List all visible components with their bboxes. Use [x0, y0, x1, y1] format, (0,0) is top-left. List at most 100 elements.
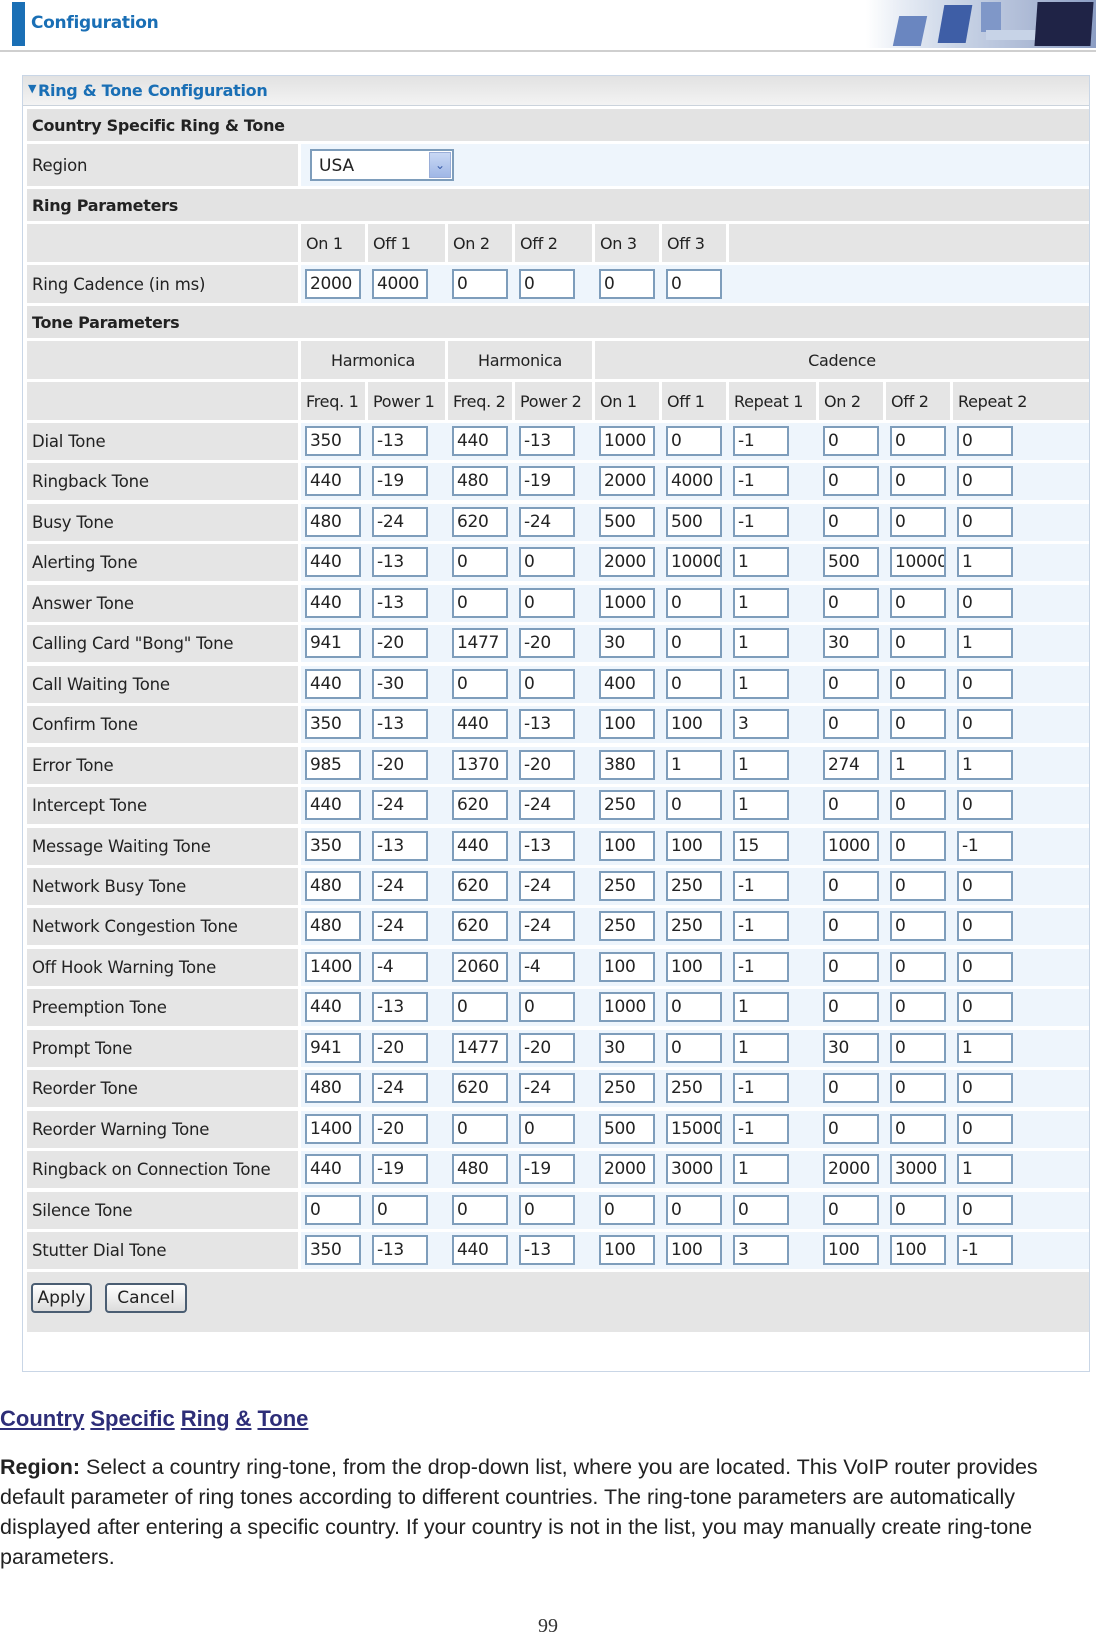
tone-repeat-2-input[interactable]: 0 — [957, 506, 1013, 537]
tone-power-1-input[interactable]: -24 — [372, 506, 428, 537]
tone-power-1-input[interactable]: -20 — [372, 1113, 428, 1144]
tone-power-2-input[interactable]: -20 — [519, 1032, 575, 1063]
apply-button[interactable]: Apply — [31, 1283, 92, 1314]
tone-repeat-2-input[interactable]: 1 — [957, 628, 1013, 659]
tone-power-1-input[interactable]: -13 — [372, 709, 428, 740]
tone-power-2-input[interactable]: 0 — [519, 1194, 575, 1225]
tone-on-2-input[interactable]: 0 — [823, 1113, 879, 1144]
tone-freq-1-input[interactable]: 0 — [305, 1194, 361, 1225]
tone-repeat-2-input[interactable]: -1 — [957, 1235, 1013, 1265]
tone-off-1-input[interactable]: 0 — [666, 668, 722, 699]
tone-power-2-input[interactable]: -24 — [519, 870, 575, 901]
tone-power-1-input[interactable]: -13 — [372, 426, 428, 456]
tone-repeat-1-input[interactable]: 3 — [733, 1235, 789, 1265]
tone-repeat-1-input[interactable]: -1 — [733, 1113, 789, 1144]
tone-on-1-input[interactable]: 380 — [599, 749, 655, 780]
tone-freq-2-input[interactable]: 1370 — [452, 749, 508, 780]
tone-repeat-2-input[interactable]: -1 — [957, 830, 1013, 861]
tone-off-1-input[interactable]: 0 — [666, 1032, 722, 1063]
tone-power-2-input[interactable]: 0 — [519, 1113, 575, 1144]
tone-power-1-input[interactable]: -13 — [372, 1235, 428, 1265]
tone-repeat-2-input[interactable]: 0 — [957, 466, 1013, 497]
tone-power-1-input[interactable]: -13 — [372, 830, 428, 861]
tone-off-2-input[interactable]: 0 — [890, 426, 946, 456]
tone-off-1-input[interactable]: 0 — [666, 1194, 722, 1225]
tone-freq-1-input[interactable]: 480 — [305, 911, 361, 942]
tone-freq-2-input[interactable]: 1477 — [452, 628, 508, 659]
tone-repeat-1-input[interactable]: 3 — [733, 709, 789, 740]
tone-off-2-input[interactable]: 0 — [890, 870, 946, 901]
tone-off-1-input[interactable]: 3000 — [666, 1154, 722, 1185]
tone-off-1-input[interactable]: 4000 — [666, 466, 722, 497]
ring-on-3-input[interactable]: 0 — [599, 269, 655, 299]
tone-repeat-1-input[interactable]: 1 — [733, 668, 789, 699]
tone-on-1-input[interactable]: 100 — [599, 830, 655, 861]
tone-off-2-input[interactable]: 0 — [890, 668, 946, 699]
tone-off-2-input[interactable]: 3000 — [890, 1154, 946, 1185]
tone-repeat-2-input[interactable]: 1 — [957, 749, 1013, 780]
tone-on-1-input[interactable]: 400 — [599, 668, 655, 699]
tone-off-2-input[interactable]: 0 — [890, 951, 946, 982]
tone-repeat-2-input[interactable]: 1 — [957, 1032, 1013, 1063]
cancel-button[interactable]: Cancel — [105, 1283, 187, 1314]
tone-power-1-input[interactable]: -19 — [372, 466, 428, 497]
tone-repeat-1-input[interactable]: 1 — [733, 1032, 789, 1063]
tone-repeat-1-input[interactable]: -1 — [733, 870, 789, 901]
tone-repeat-1-input[interactable]: -1 — [733, 506, 789, 537]
tone-freq-1-input[interactable]: 1400 — [305, 1113, 361, 1144]
tone-on-1-input[interactable]: 30 — [599, 628, 655, 659]
tone-freq-1-input[interactable]: 941 — [305, 628, 361, 659]
tone-off-2-input[interactable]: 1 — [890, 749, 946, 780]
tone-power-1-input[interactable]: -24 — [372, 911, 428, 942]
tone-freq-2-input[interactable]: 440 — [452, 830, 508, 861]
tone-power-1-input[interactable]: -4 — [372, 951, 428, 982]
tone-off-1-input[interactable]: 0 — [666, 587, 722, 618]
tone-on-1-input[interactable]: 100 — [599, 709, 655, 740]
tone-repeat-1-input[interactable]: -1 — [733, 1073, 789, 1104]
tone-freq-2-input[interactable]: 0 — [452, 1194, 508, 1225]
tone-freq-2-input[interactable]: 0 — [452, 668, 508, 699]
tone-on-1-input[interactable]: 1000 — [599, 426, 655, 456]
tone-repeat-2-input[interactable]: 1 — [957, 547, 1013, 578]
ring-off-3-input[interactable]: 0 — [666, 269, 722, 299]
tone-off-1-input[interactable]: 100 — [666, 709, 722, 740]
tone-freq-1-input[interactable]: 440 — [305, 1154, 361, 1185]
tone-power-2-input[interactable]: -13 — [519, 426, 575, 456]
tone-repeat-1-input[interactable]: 1 — [733, 749, 789, 780]
tone-freq-1-input[interactable]: 440 — [305, 668, 361, 699]
tone-power-1-input[interactable]: -20 — [372, 1032, 428, 1063]
tone-repeat-2-input[interactable]: 0 — [957, 1113, 1013, 1144]
tone-repeat-1-input[interactable]: 15 — [733, 830, 789, 861]
tone-off-2-input[interactable]: 0 — [890, 506, 946, 537]
tone-power-2-input[interactable]: -19 — [519, 1154, 575, 1185]
tone-off-1-input[interactable]: 100 — [666, 830, 722, 861]
tone-freq-1-input[interactable]: 480 — [305, 506, 361, 537]
tone-on-2-input[interactable]: 0 — [823, 911, 879, 942]
tone-freq-2-input[interactable]: 0 — [452, 587, 508, 618]
tone-freq-2-input[interactable]: 0 — [452, 992, 508, 1023]
tone-power-2-input[interactable]: -19 — [519, 466, 575, 497]
ring-on-1-input[interactable]: 2000 — [305, 269, 361, 299]
tone-freq-2-input[interactable]: 620 — [452, 1073, 508, 1104]
tone-power-1-input[interactable]: -24 — [372, 1073, 428, 1104]
tone-off-1-input[interactable]: 1 — [666, 749, 722, 780]
tone-on-1-input[interactable]: 1000 — [599, 587, 655, 618]
tone-freq-1-input[interactable]: 350 — [305, 426, 361, 456]
tone-repeat-1-input[interactable]: 1 — [733, 1154, 789, 1185]
tone-off-2-input[interactable]: 0 — [890, 466, 946, 497]
tone-on-2-input[interactable]: 30 — [823, 1032, 879, 1063]
tone-power-2-input[interactable]: -13 — [519, 709, 575, 740]
tone-on-2-input[interactable]: 0 — [823, 466, 879, 497]
tone-off-1-input[interactable]: 100 — [666, 951, 722, 982]
tone-power-1-input[interactable]: -24 — [372, 790, 428, 821]
tone-freq-2-input[interactable]: 480 — [452, 1154, 508, 1185]
tone-freq-2-input[interactable]: 440 — [452, 426, 508, 456]
tone-on-2-input[interactable]: 30 — [823, 628, 879, 659]
tone-repeat-1-input[interactable]: 0 — [733, 1194, 789, 1225]
tone-off-2-input[interactable]: 0 — [890, 587, 946, 618]
tone-off-1-input[interactable]: 10000 — [666, 547, 722, 578]
tone-repeat-1-input[interactable]: -1 — [733, 426, 789, 456]
tone-power-2-input[interactable]: 0 — [519, 668, 575, 699]
tone-freq-1-input[interactable]: 440 — [305, 790, 361, 821]
tone-freq-2-input[interactable]: 620 — [452, 790, 508, 821]
